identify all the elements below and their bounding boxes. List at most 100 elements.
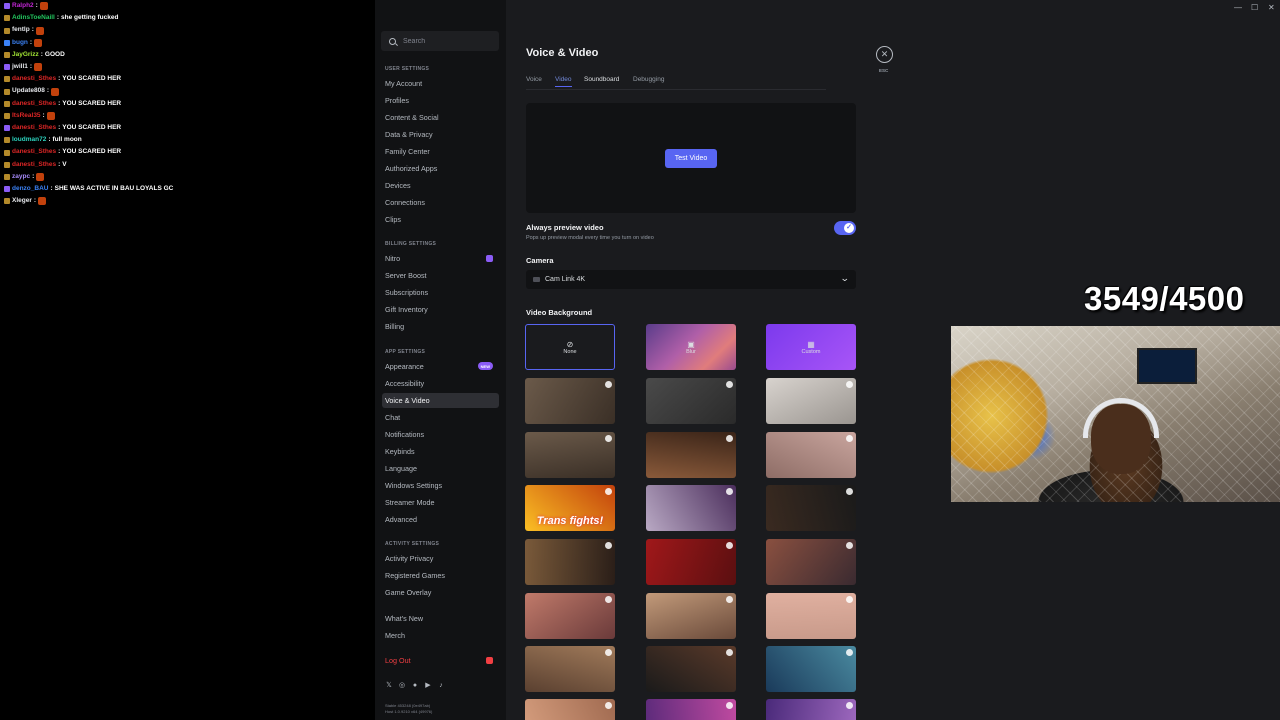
sidebar-item-nitro[interactable]: Nitro [382, 251, 499, 266]
bg-thumbnail[interactable] [646, 432, 736, 478]
sidebar-item-billing[interactable]: Billing [382, 319, 499, 334]
camera-select[interactable]: Cam Link 4K ⌄ [526, 270, 856, 289]
sidebar-item-keybinds[interactable]: Keybinds [382, 444, 499, 459]
bg-thumbnail[interactable] [525, 432, 615, 478]
tab-video[interactable]: Video [555, 76, 572, 87]
sidebar-item-content-social[interactable]: Content & Social [382, 110, 499, 125]
animated-indicator-icon [726, 488, 733, 495]
sidebar-item-gift-inventory[interactable]: Gift Inventory [382, 302, 499, 317]
chat-username[interactable]: danesti_Sthes [12, 98, 56, 110]
minimize-icon[interactable]: — [1234, 3, 1242, 12]
sidebar-item-appearance[interactable]: Appearance NEW [382, 359, 499, 374]
sidebar-item-server-boost[interactable]: Server Boost [382, 268, 499, 283]
search-box[interactable] [381, 31, 499, 51]
bg-option-none[interactable]: ⊘ None [525, 324, 615, 370]
search-input[interactable] [403, 37, 493, 45]
sidebar-item-clips[interactable]: Clips [382, 212, 499, 227]
instagram-icon[interactable]: ◎ [398, 682, 406, 690]
tab-soundboard[interactable]: Soundboard [584, 76, 619, 86]
camera-icon [533, 277, 540, 282]
bg-thumbnail[interactable] [525, 646, 615, 692]
chat-username[interactable]: denzo_BAU [12, 183, 48, 195]
chat-username[interactable]: danesti_Sthes [12, 73, 56, 85]
sidebar-item-profiles[interactable]: Profiles [382, 93, 499, 108]
sidebar-item-windows-settings[interactable]: Windows Settings [382, 478, 499, 493]
chat-username[interactable]: zaypc [12, 171, 30, 183]
facebook-icon[interactable]: ● [411, 682, 419, 690]
bg-thumbnail[interactable] [766, 485, 856, 531]
sidebar-item-merch[interactable]: Merch [382, 628, 499, 643]
sidebar-item-game-overlay[interactable]: Game Overlay [382, 585, 499, 600]
sidebar-item-voice-video[interactable]: Voice & Video [382, 393, 499, 408]
bg-thumbnail[interactable] [646, 593, 736, 639]
badge-icon [4, 3, 10, 10]
bg-thumbnail[interactable] [766, 432, 856, 478]
always-preview-toggle[interactable]: ✓ [834, 221, 856, 235]
badge-icon [4, 161, 10, 168]
tab-voice[interactable]: Voice [526, 76, 542, 86]
chat-username[interactable]: danesti_Sthes [12, 159, 56, 171]
sidebar-item-chat[interactable]: Chat [382, 410, 499, 425]
chat-username[interactable]: AdinsToeNaill [12, 12, 55, 24]
sidebar-item-advanced[interactable]: Advanced [382, 512, 499, 527]
chat-username[interactable]: bugn [12, 37, 28, 49]
tiktok-icon[interactable]: ♪ [437, 682, 445, 690]
chat-text: YOU SCARED HER [62, 75, 122, 83]
emote-icon [34, 38, 43, 47]
chat-username[interactable]: danesti_Sthes [12, 146, 56, 158]
bg-thumbnail[interactable] [766, 646, 856, 692]
sidebar-item-family-center[interactable]: Family Center [382, 144, 499, 159]
sidebar-item-connections[interactable]: Connections [382, 195, 499, 210]
chat-username[interactable]: Ralph2 [12, 0, 34, 12]
sidebar-item-registered-games[interactable]: Registered Games [382, 568, 499, 583]
sidebar-item-authorized-apps[interactable]: Authorized Apps [382, 161, 499, 176]
animated-indicator-icon [846, 488, 853, 495]
bg-thumbnail[interactable] [525, 539, 615, 585]
youtube-icon[interactable]: ▶ [424, 682, 432, 690]
bg-thumbnail[interactable] [766, 378, 856, 424]
sidebar-item-devices[interactable]: Devices [382, 178, 499, 193]
bg-thumbnail[interactable] [646, 378, 736, 424]
bg-option-blur[interactable]: ▣ Blur [646, 324, 736, 370]
bg-thumbnail[interactable] [646, 699, 736, 720]
maximize-icon[interactable]: ☐ [1251, 3, 1258, 12]
chat-username[interactable]: Update808 [12, 85, 45, 97]
bg-option-custom[interactable]: ▦ Custom [766, 324, 856, 370]
bg-thumbnail[interactable]: Trans fights! [525, 485, 615, 531]
bg-thumbnail[interactable] [646, 646, 736, 692]
bg-thumbnail[interactable] [766, 539, 856, 585]
x-twitter-icon[interactable]: 𝕏 [385, 682, 393, 690]
sidebar-item-language[interactable]: Language [382, 461, 499, 476]
sidebar-item-log-out[interactable]: Log Out [382, 653, 499, 668]
sidebar-item-whats-new[interactable]: What's New [382, 611, 499, 626]
animated-indicator-icon [605, 488, 612, 495]
emote-icon [39, 2, 48, 11]
sidebar-item-streamer-mode[interactable]: Streamer Mode [382, 495, 499, 510]
chat-username[interactable]: jwill1 [12, 61, 28, 73]
close-window-icon[interactable]: ✕ [1268, 3, 1275, 12]
close-settings-button[interactable]: ✕ [876, 46, 893, 63]
chat-message: bugn: [4, 37, 375, 49]
bg-thumbnail[interactable] [525, 378, 615, 424]
sidebar-item-activity-privacy[interactable]: Activity Privacy [382, 551, 499, 566]
sidebar-item-notifications[interactable]: Notifications [382, 427, 499, 442]
chat-username[interactable]: Xleger [12, 195, 32, 207]
chat-username[interactable]: danesti_Sthes [12, 122, 56, 134]
tab-debugging[interactable]: Debugging [633, 76, 664, 86]
chat-username[interactable]: fentlp [12, 24, 30, 36]
chat-username[interactable]: loudman72 [12, 134, 46, 146]
sidebar-item-subscriptions[interactable]: Subscriptions [382, 285, 499, 300]
bg-thumbnail[interactable] [646, 539, 736, 585]
test-video-button[interactable]: Test Video [665, 149, 717, 168]
bg-thumbnail[interactable] [646, 485, 736, 531]
chat-username[interactable]: ItsReal35 [12, 110, 41, 122]
bg-thumbnail[interactable] [525, 699, 615, 720]
chat-username[interactable]: JayGrizz [12, 49, 39, 61]
bg-thumbnail[interactable] [525, 593, 615, 639]
section-header-app-settings: App Settings [385, 349, 426, 355]
bg-thumbnail[interactable] [766, 699, 856, 720]
sidebar-item-my-account[interactable]: My Account [382, 76, 499, 91]
sidebar-item-accessibility[interactable]: Accessibility [382, 376, 499, 391]
sidebar-item-data-privacy[interactable]: Data & Privacy [382, 127, 499, 142]
bg-thumbnail[interactable] [766, 593, 856, 639]
